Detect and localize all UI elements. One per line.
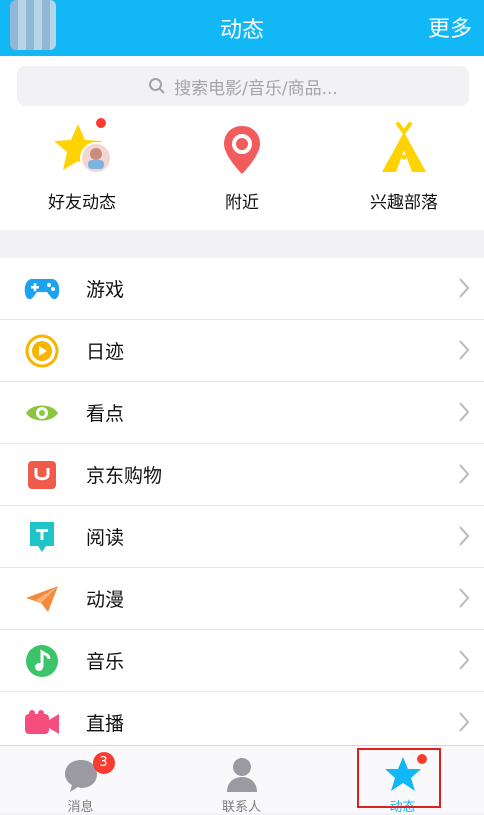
page-title: 动态 [219, 18, 264, 43]
chat-bubble-icon: 3 [61, 752, 115, 794]
tab-label: 消息 [67, 800, 94, 815]
list-item-label: 京东购物 [86, 465, 163, 487]
chevron-right-icon [459, 464, 470, 484]
chevron-right-icon [459, 402, 470, 422]
quick-label: 兴趣部落 [370, 193, 438, 213]
paper-plane-icon [24, 581, 60, 617]
quick-label: 好友动态 [48, 193, 116, 213]
chevron-right-icon [459, 712, 470, 732]
chevron-right-icon [459, 526, 470, 546]
location-pin-icon [212, 120, 272, 180]
list-item-reading[interactable]: 阅读 [0, 506, 484, 568]
list-item-label: 日迹 [86, 341, 125, 363]
list-item-jd-shopping[interactable]: 京东购物 [0, 444, 484, 506]
gamepad-icon [24, 271, 60, 307]
search-bar[interactable]: 搜索电影/音乐/商品... [17, 66, 469, 106]
highlight-box [357, 748, 441, 808]
music-note-icon [24, 643, 60, 679]
notification-dot [94, 116, 108, 130]
list-item-label: 动漫 [86, 589, 125, 611]
list-item-kandian[interactable]: 看点 [0, 382, 484, 444]
shopping-bag-icon [24, 457, 60, 493]
list-item-label: 音乐 [86, 651, 125, 673]
quick-nearby[interactable]: 附近 [172, 120, 312, 213]
list-item-label: 直播 [86, 713, 125, 735]
section-divider [0, 230, 484, 258]
chevron-right-icon [459, 650, 470, 670]
search-placeholder: 搜索电影/音乐/商品... [174, 78, 338, 99]
eye-icon [24, 395, 60, 431]
list-item-daily-trace[interactable]: 日迹 [0, 320, 484, 382]
quick-friends-feed[interactable]: 好友动态 [12, 116, 152, 213]
more-button[interactable]: 更多 [428, 11, 472, 43]
quick-interest-tribe[interactable]: 兴趣部落 [334, 120, 474, 213]
list-item-label: 游戏 [86, 279, 125, 301]
list-item-anime[interactable]: 动漫 [0, 568, 484, 630]
chevron-right-icon [459, 340, 470, 360]
list-item-label: 阅读 [86, 527, 125, 549]
qzone-star-icon [52, 116, 112, 180]
contact-person-icon [222, 754, 262, 794]
feature-list: 游戏 日迹 看点 京东购物 阅读 动漫 音乐 直播 [0, 258, 484, 754]
search-icon [149, 78, 165, 94]
unread-badge: 3 [92, 752, 115, 774]
chevron-right-icon [459, 588, 470, 608]
video-camera-icon [24, 705, 60, 741]
tent-icon [374, 120, 434, 180]
list-item-label: 看点 [86, 403, 125, 425]
list-item-games[interactable]: 游戏 [0, 258, 484, 320]
tab-label: 联系人 [221, 800, 261, 815]
tab-messages[interactable]: 3 消息 [0, 746, 161, 815]
tab-contacts[interactable]: 联系人 [161, 746, 322, 815]
play-circle-icon [24, 333, 60, 369]
chevron-right-icon [459, 278, 470, 298]
quick-label: 附近 [225, 193, 259, 213]
list-item-music[interactable]: 音乐 [0, 630, 484, 692]
top-bar: 动态 更多 [0, 0, 484, 56]
book-icon [24, 519, 60, 555]
